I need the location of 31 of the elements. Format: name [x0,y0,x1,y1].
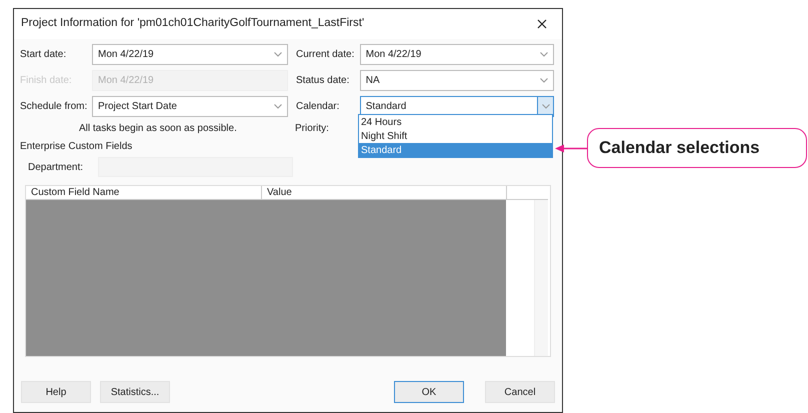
dropdown-field[interactable]: NA [360,70,554,90]
dialog-button[interactable]: Cancel [485,381,555,403]
section-title: Enterprise Custom Fields [20,141,132,152]
dropdown-field[interactable]: Standard [360,96,554,116]
chevron-down-icon[interactable] [540,78,548,82]
dropdown-field[interactable]: Mon 4/22/19 [360,44,554,64]
field-label: Priority: [295,122,329,136]
schedule-note: All tasks begin as soon as possible. [79,122,238,136]
field-label: Department: [28,160,84,174]
field-label: Current date: [296,48,356,62]
chevron-down-icon[interactable] [542,104,550,108]
dropdown-field[interactable]: Project Start Date [92,96,288,116]
chevron-down-icon[interactable] [274,52,282,56]
field-label: Status date: [296,74,350,88]
callout-label: Calendar selections [587,128,807,168]
dropdown-field: Mon 4/22/19 [92,70,288,90]
chevron-down-icon[interactable] [540,52,548,56]
dropdown-option[interactable]: 24 Hours [359,115,552,129]
dialog-button[interactable]: OK [394,381,464,403]
callout-arrow [555,144,587,153]
dropdown-option[interactable]: Night Shift [359,129,552,143]
dialog-button[interactable]: Help [21,381,91,403]
dropdown-field[interactable]: Mon 4/22/19 [92,44,288,64]
scrollbar[interactable] [534,200,548,356]
close-icon[interactable] [537,19,547,29]
chevron-down-icon[interactable] [274,104,282,108]
field-label: Schedule from: [20,100,88,114]
field-label: Start date: [20,48,68,62]
window-title: Project Information for 'pm01ch01CharityGolfTournament_LastFirst' [21,16,364,32]
dialog-button[interactable]: Statistics... [100,381,170,403]
field-label: Calendar: [296,100,340,114]
